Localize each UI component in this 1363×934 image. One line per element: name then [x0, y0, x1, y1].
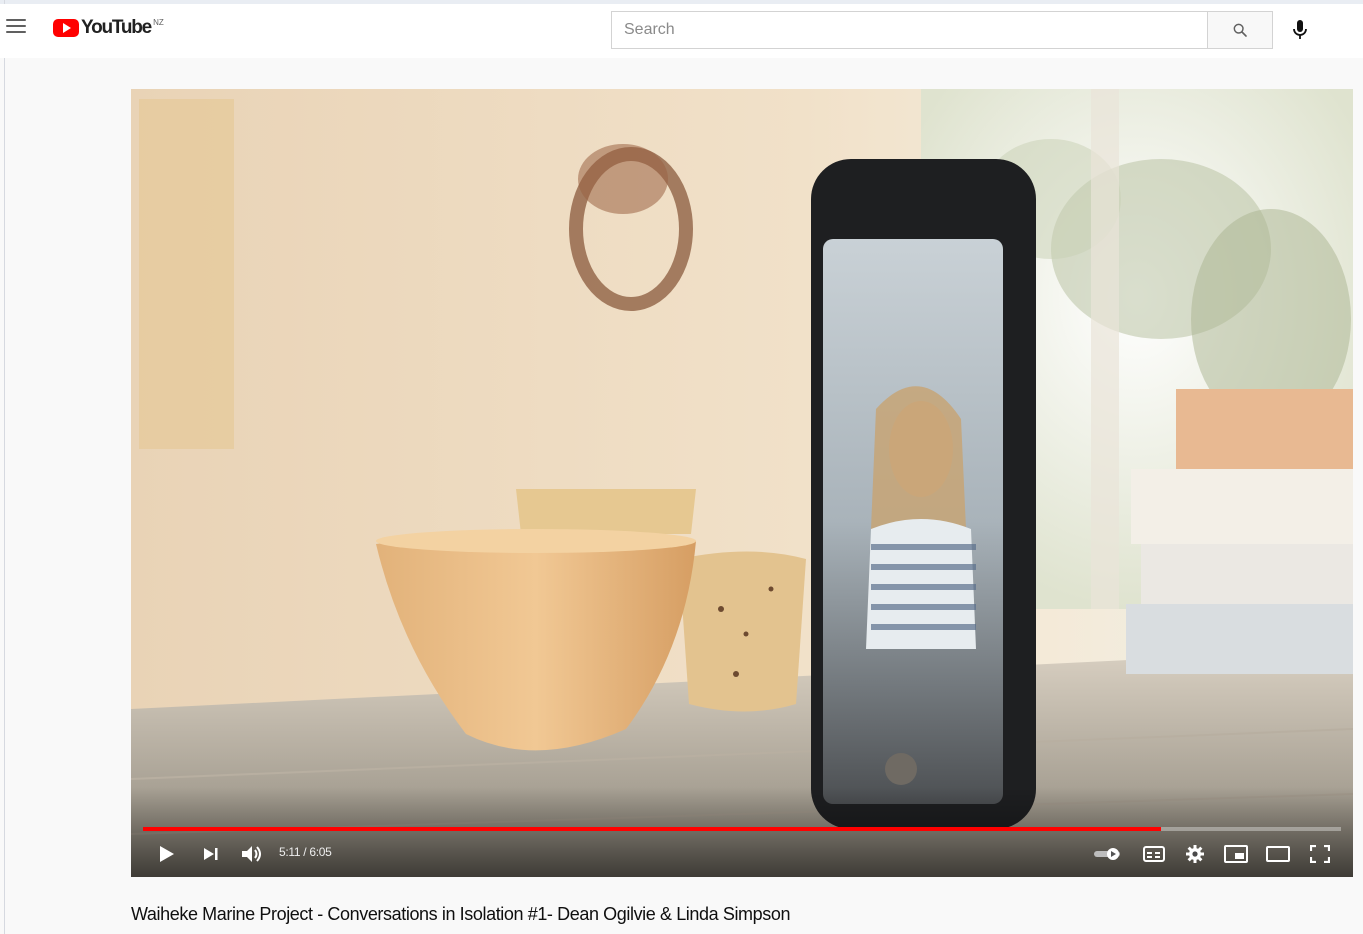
search-button[interactable] [1207, 11, 1273, 49]
progress-played [143, 827, 1162, 831]
country-code: NZ [153, 18, 164, 27]
settings-button[interactable] [1181, 841, 1209, 867]
next-button[interactable] [199, 841, 223, 867]
voice-search-button[interactable] [1286, 14, 1314, 46]
search-icon [1233, 23, 1247, 37]
theater-mode-icon [1266, 846, 1290, 862]
logo-text: YouTube [81, 17, 152, 38]
time-display: 5:11 / 6:05 [279, 845, 332, 859]
masthead: YouTube NZ [0, 4, 1363, 58]
fullscreen-button[interactable] [1305, 841, 1335, 867]
youtube-logo-icon [53, 19, 79, 37]
miniplayer-button[interactable] [1221, 841, 1251, 867]
miniplayer-icon [1224, 845, 1248, 863]
theater-mode-button[interactable] [1263, 841, 1293, 867]
fullscreen-icon [1310, 845, 1330, 863]
volume-icon [242, 846, 261, 862]
subtitles-icon [1143, 846, 1165, 862]
volume-button[interactable] [239, 841, 265, 867]
video-player[interactable]: 5:11 / 6:05 [131, 89, 1353, 877]
microphone-icon [1293, 20, 1307, 39]
menu-icon[interactable] [6, 19, 26, 35]
search-input[interactable] [612, 12, 1207, 48]
autoplay-toggle-icon [1094, 848, 1120, 860]
progress-bar[interactable] [143, 827, 1341, 831]
search-box [611, 11, 1207, 49]
video-frame [131, 89, 1353, 877]
controls-gradient [131, 787, 1353, 877]
settings-icon [1186, 845, 1204, 863]
window-left-border [4, 0, 5, 934]
play-icon [160, 846, 174, 862]
play-button[interactable] [155, 841, 179, 867]
youtube-logo[interactable]: YouTube NZ [53, 16, 164, 40]
autoplay-toggle[interactable] [1091, 841, 1125, 867]
next-icon [204, 848, 218, 860]
subtitles-button[interactable] [1139, 841, 1169, 867]
video-title: Waiheke Marine Project - Conversations i… [131, 904, 791, 924]
